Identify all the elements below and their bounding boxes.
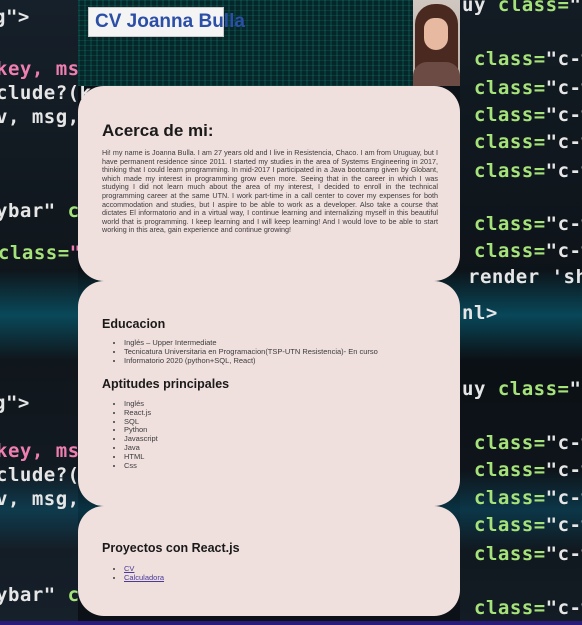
skills-list: Inglés React.js SQL Python Javascript Ja… [102,399,158,471]
code-line: uy class="m [462,378,582,400]
projects-card: Proyectos con React.js CV Calculadora [78,506,460,616]
code-line: class="c-white"><% flash.to_ [474,48,582,70]
code-line: class="c-white"><% render ' [474,213,582,235]
code-line: render 'sha [468,266,582,288]
code-line: g"> [0,6,30,28]
projects-heading: Proyectos con React.js [102,541,240,555]
list-item: Css [124,461,158,471]
list-item: Informatorio 2020 (python+SQL, React) [124,356,378,366]
about-card: Acerca de mi: Hi! my name is Joanna Bull… [78,86,460,281]
about-heading: Acerca de mi: [102,121,214,140]
page-title: CV Joanna Bulla [95,11,245,32]
code-line: class="c-white"><%= end class="c-pink">%… [474,543,582,565]
education-card: Educacion Inglés – Upper Intermediate Te… [78,281,460,506]
about-text: Hi! my name is Joanna Bulla. I am 27 yea… [102,148,438,235]
education-list: Inglés – Upper Intermediate Tecnicatura … [102,338,378,366]
code-line: class="c-white"><% render " [474,597,582,619]
project-link-calculadora[interactable]: Calculadora [124,573,164,582]
skills-heading: Aptitudes principales [102,377,230,391]
photo-face [424,18,448,50]
title-banner: CV Joanna Bulla [88,7,245,37]
code-line: class="c-white"><% if ALER [474,77,582,99]
education-heading: Educacion [102,317,166,331]
code-line: uy class=" [462,0,582,16]
code-line: class="c-white"><% flash.to_ [474,432,582,454]
code-line: class="c-white"><%= cont [474,104,582,126]
list-item: Calculadora [124,573,164,583]
projects-list: CV Calculadora [102,564,164,583]
code-line: class="c-white"><%= yield % [474,240,582,262]
page-header: CV Joanna Bulla [78,0,460,86]
photo-shirt [413,62,460,86]
profile-photo [413,0,460,86]
code-line: nl> [462,302,498,324]
code-line: g"> [0,392,30,414]
code-line: class="c-white"><% end class="c-pink">%> [474,514,582,536]
code-line: class="c-white"><% end class="c-pink">%> [474,131,582,153]
code-line: class="c-white"><% if ALER [474,459,582,481]
code-line: class="c-white"><%= conte [474,487,582,509]
bottom-bar [0,621,582,625]
code-line: class="c-white"><% end class="c-pink">%> [474,160,582,182]
project-link-cv[interactable]: CV [124,564,134,573]
